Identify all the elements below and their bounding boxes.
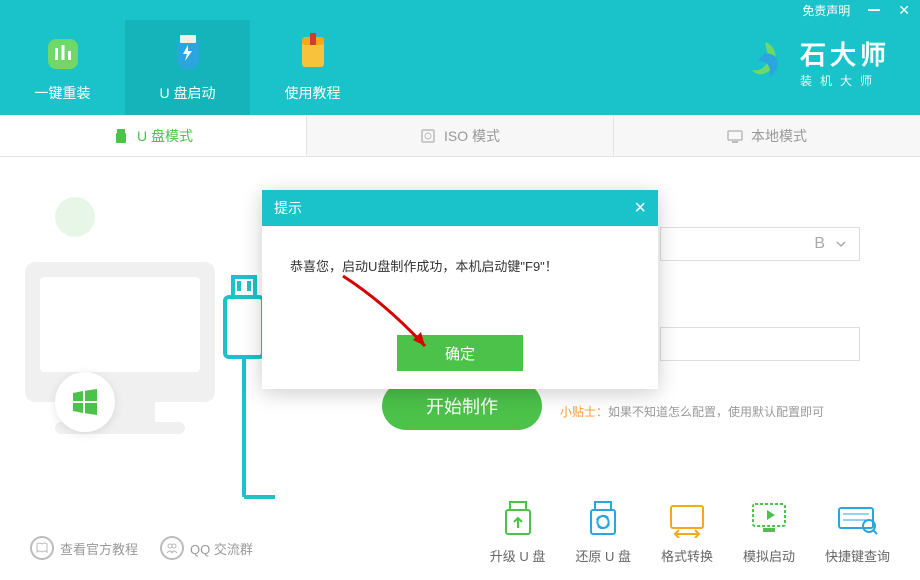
nav-uboot-label: U 盘启动	[160, 83, 216, 103]
config-select[interactable]	[660, 327, 860, 361]
footer-links: 查看官方教程 QQ 交流群	[30, 536, 253, 560]
tutorial-icon	[292, 33, 334, 75]
local-icon	[727, 128, 743, 144]
logo-title: 石大师	[800, 35, 890, 72]
tool-restore-usb[interactable]: 还原 U 盘	[575, 500, 631, 565]
tab-local-label: 本地模式	[751, 126, 807, 146]
format-icon	[665, 500, 709, 538]
tool-hotkey-label: 快捷键查询	[825, 546, 890, 565]
tool-restore-label: 还原 U 盘	[575, 546, 631, 565]
tool-simulate-boot[interactable]: 模拟启动	[743, 500, 795, 565]
disclaimer-link[interactable]: 免责声明	[802, 2, 850, 19]
dialog-close-button[interactable]: ×	[634, 197, 646, 220]
upgrade-icon	[496, 500, 540, 538]
success-dialog: 提示 × 恭喜您，启动U盘制作成功，本机启动键"F9"！ 确定	[262, 190, 658, 389]
tab-usb-mode[interactable]: U 盘模式	[0, 115, 307, 156]
people-icon	[160, 536, 184, 560]
official-tutorial-link[interactable]: 查看官方教程	[30, 536, 138, 560]
tip-label: 小贴士：	[560, 405, 608, 419]
tip-text: 小贴士：如果不知道怎么配置，使用默认配置即可	[560, 403, 824, 420]
computer-illustration	[15, 187, 275, 517]
start-create-button[interactable]: 开始制作	[382, 382, 542, 430]
dialog-ok-button[interactable]: 确定	[397, 335, 523, 371]
hotkey-icon	[835, 500, 879, 538]
restore-icon	[581, 500, 625, 538]
qq-link-label: QQ 交流群	[190, 539, 253, 558]
uboot-icon	[167, 33, 209, 75]
tab-iso-label: ISO 模式	[444, 126, 500, 146]
usb-icon	[113, 128, 129, 144]
tutorial-link-label: 查看官方教程	[60, 539, 138, 558]
chevron-down-icon	[835, 238, 847, 250]
nav-tutorial-label: 使用教程	[285, 83, 341, 103]
device-select-text: B	[814, 235, 825, 253]
qq-group-link[interactable]: QQ 交流群	[160, 536, 253, 560]
nav-uboot[interactable]: U 盘启动	[125, 20, 250, 115]
minimize-button[interactable]	[868, 9, 880, 11]
book-icon	[30, 536, 54, 560]
device-select[interactable]: B	[660, 227, 860, 261]
tools-row: 升级 U 盘 还原 U 盘 格式转换 模拟启动 快捷键查询	[490, 500, 890, 565]
simulate-icon	[747, 500, 791, 538]
main-header: 一键重装 U 盘启动 使用教程 石大师 装机大师	[0, 20, 920, 115]
nav-reinstall-label: 一键重装	[35, 83, 91, 103]
app-logo: 石大师 装机大师	[742, 35, 890, 89]
tool-format-label: 格式转换	[661, 546, 713, 565]
logo-icon	[742, 38, 790, 86]
tab-local-mode[interactable]: 本地模式	[614, 115, 920, 156]
tool-format-convert[interactable]: 格式转换	[661, 500, 713, 565]
mode-tabs: U 盘模式 ISO 模式 本地模式	[0, 115, 920, 157]
tool-upgrade-usb[interactable]: 升级 U 盘	[490, 500, 546, 565]
windows-icon	[70, 387, 100, 417]
tab-iso-mode[interactable]: ISO 模式	[307, 115, 614, 156]
tab-usb-label: U 盘模式	[137, 126, 193, 146]
window-titlebar: 免责声明 ✕	[0, 0, 920, 20]
windows-badge	[55, 372, 115, 432]
reinstall-icon	[42, 33, 84, 75]
nav-reinstall[interactable]: 一键重装	[0, 20, 125, 115]
nav-tutorial[interactable]: 使用教程	[250, 20, 375, 115]
tip-content: 如果不知道怎么配置，使用默认配置即可	[608, 405, 824, 419]
dialog-message: 恭喜您，启动U盘制作成功，本机启动键"F9"！	[262, 226, 658, 295]
dialog-title: 提示	[274, 198, 302, 218]
iso-icon	[420, 128, 436, 144]
logo-subtitle: 装机大师	[800, 72, 890, 89]
close-button[interactable]: ✕	[898, 2, 910, 19]
tool-upgrade-label: 升级 U 盘	[490, 546, 546, 565]
dialog-header: 提示 ×	[262, 190, 658, 226]
tool-simulate-label: 模拟启动	[743, 546, 795, 565]
tool-hotkey-query[interactable]: 快捷键查询	[825, 500, 890, 565]
